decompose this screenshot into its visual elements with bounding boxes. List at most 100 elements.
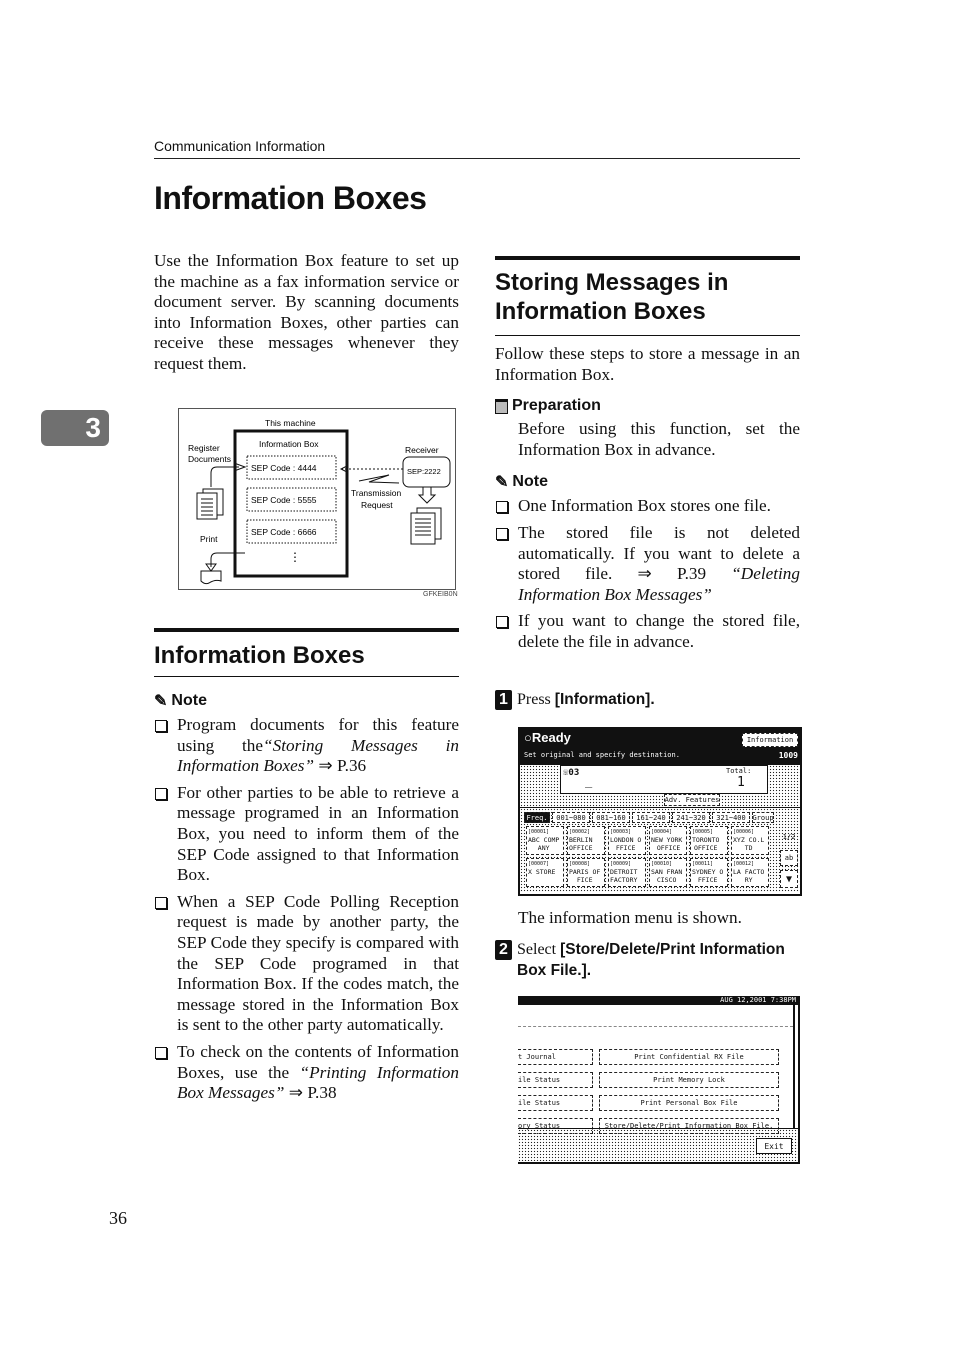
book-icon xyxy=(495,398,508,414)
label-register: Register xyxy=(188,443,220,453)
destination-button[interactable]: [00010] SAN FRAN CISCO xyxy=(649,858,687,887)
note-item: If you want to change the stored file, d… xyxy=(495,611,800,652)
tab-freq[interactable]: Freq. xyxy=(524,812,550,823)
destination-button[interactable]: [00009] DETROIT FACTORY xyxy=(608,858,646,887)
sep-code-3: SEP Code : 6666 xyxy=(251,527,317,537)
destination-name: ABC COMP ANY xyxy=(528,836,560,852)
menu-button-right[interactable]: Print Confidential RX File xyxy=(599,1049,779,1065)
destination-button[interactable]: [00002] BERLIN OFFICE xyxy=(567,826,605,855)
tab-range[interactable]: 161~240 xyxy=(632,812,670,823)
section-bottom-rule xyxy=(495,335,800,336)
receiver-code: SEP:2222 xyxy=(407,467,441,476)
destination-button[interactable]: [00008] PARIS OF FICE xyxy=(567,858,605,887)
step-number-badge: 1 xyxy=(495,690,512,710)
destination-button[interactable]: [00007] X STORE xyxy=(526,858,564,887)
menu-button-left[interactable]: t Journal xyxy=(518,1049,593,1065)
menu-button-right[interactable]: Print Memory Lock xyxy=(599,1072,779,1088)
step-instruction: Press [Information]. xyxy=(517,691,655,708)
preparation-heading: Preparation xyxy=(495,397,800,415)
destination-button[interactable]: [00006] XYZ CO.L TD xyxy=(731,826,769,855)
label-transmission: Transmission xyxy=(351,488,401,498)
note-item: For other parties to be able to retrieve… xyxy=(154,783,459,886)
range-tabs: Freq. 001~080 081~160 161~240 241~320 32… xyxy=(524,812,774,823)
information-button[interactable]: Information xyxy=(742,733,798,747)
status-text: ○Ready xyxy=(524,730,571,745)
label-documents: Documents xyxy=(188,454,231,464)
total-label: Total: xyxy=(726,767,752,775)
destination-code: [00001] xyxy=(528,829,550,835)
tab-group[interactable]: Group xyxy=(752,812,774,823)
checkbox-bullet-icon xyxy=(155,787,167,800)
destination-code: [00012] xyxy=(733,861,755,867)
destination-button[interactable]: [00012] LA FACTO RY xyxy=(731,858,769,887)
datetime-bar: AUG 12,2001 7:38PM xyxy=(518,996,798,1005)
destination-name: SYDNEY O FFICE xyxy=(692,868,724,884)
destination-name: DETROIT FACTORY xyxy=(610,868,638,884)
checkbox-bullet-icon xyxy=(155,1046,167,1059)
checkbox-bullet-icon xyxy=(496,527,508,540)
lcd-screen-ready: ○Ready Set original and specify destinat… xyxy=(518,727,802,896)
destination-code: [00004] xyxy=(651,829,673,835)
label-receiver: Receiver xyxy=(405,445,439,455)
note-heading: ✎ Note xyxy=(154,692,207,710)
destination-name: XYZ CO.L TD xyxy=(733,836,765,852)
menu-button-right[interactable]: Print Personal Box File xyxy=(599,1095,779,1111)
status-message: Set original and specify destination. xyxy=(524,751,680,759)
destination-name: NEW YORK OFFICE xyxy=(651,836,683,852)
scroll-down-button[interactable]: ▼ xyxy=(780,870,798,888)
label-print: Print xyxy=(200,534,218,544)
destination-name: BERLIN OFFICE xyxy=(569,836,593,852)
note-item: Program documents for this feature using… xyxy=(154,715,459,777)
tab-range[interactable]: 081~160 xyxy=(592,812,630,823)
menu-button-left[interactable]: ile Status xyxy=(518,1095,593,1111)
page-title: Information Boxes xyxy=(154,180,427,216)
printout-icon xyxy=(200,570,222,585)
destination-code: [00009] xyxy=(610,861,632,867)
destination-name: X STORE xyxy=(528,868,556,876)
lcd-screen-information-menu: AUG 12,2001 7:38PM t Journal Print Confid… xyxy=(518,996,800,1164)
destination-name: SAN FRAN CISCO xyxy=(651,868,683,884)
note-item: When a SEP Code Polling Reception reques… xyxy=(154,892,459,1036)
destination-button[interactable]: [00004] NEW YORK OFFICE xyxy=(649,826,687,855)
section-information-boxes: Information Boxes ✎ Note Program document… xyxy=(154,628,459,1110)
tab-range[interactable]: 241~320 xyxy=(672,812,710,823)
tab-range[interactable]: 321~400 xyxy=(712,812,750,823)
print-arrow xyxy=(205,552,245,572)
counter: 1009 xyxy=(778,751,798,760)
transmission-bolt xyxy=(358,474,400,484)
destination-code: [00003] xyxy=(610,829,632,835)
note-item: To check on the contents of Information … xyxy=(154,1042,459,1104)
destination-field[interactable]: ☏03 _ Total: 1 xyxy=(560,765,768,794)
section-storing-messages: Storing Messages in Information Boxes Fol… xyxy=(495,256,800,659)
menu-button-left[interactable]: ile Status xyxy=(518,1072,593,1088)
destination-name: LA FACTO RY xyxy=(733,868,765,884)
ab-button[interactable]: ab xyxy=(780,850,798,866)
destination-name: TORONTO OFFICE xyxy=(692,836,720,852)
lcd-title-bar: ○Ready Set original and specify destinat… xyxy=(520,729,800,765)
checkbox-bullet-icon xyxy=(496,501,508,514)
step-number-badge: 2 xyxy=(495,940,512,960)
information-box-diagram: This machine Information Box SEP Code : … xyxy=(178,408,456,590)
checkbox-bullet-icon xyxy=(155,896,167,909)
menu-row: ile Status Print Memory Lock xyxy=(518,1072,779,1088)
destination-button[interactable]: [00001] ABC COMP ANY xyxy=(526,826,564,855)
tab-range[interactable]: 001~080 xyxy=(552,812,590,823)
destination-name: PARIS OF FICE xyxy=(569,868,601,884)
exit-button[interactable]: Exit xyxy=(756,1138,792,1154)
note-item: One Information Box stores one file. xyxy=(495,496,800,517)
destination-area: ☏03 _ Total: 1 Adv. Features xyxy=(520,765,800,807)
section-intro: Follow these steps to store a message in… xyxy=(495,344,800,384)
destination-button[interactable]: [00005] TORONTO OFFICE xyxy=(690,826,728,855)
destination-code: [00007] xyxy=(528,861,550,867)
label-information-box: Information Box xyxy=(259,439,319,449)
label-this-machine: This machine xyxy=(265,418,316,428)
destination-button[interactable]: [00003] LONDON O FFICE xyxy=(608,826,646,855)
header-rule xyxy=(154,158,800,159)
destination-button[interactable]: [00011] SYDNEY O FFICE xyxy=(690,858,728,887)
adv-features-button[interactable]: Adv. Features xyxy=(664,794,720,806)
running-head: Communication Information xyxy=(154,138,326,154)
preparation-text: Before using this function, set the Info… xyxy=(518,419,800,459)
checkbox-bullet-icon xyxy=(155,720,167,732)
phone-icon: ☏03 xyxy=(563,768,580,778)
menu-area: t Journal Print Confidential RX File ile S… xyxy=(518,1005,795,1134)
